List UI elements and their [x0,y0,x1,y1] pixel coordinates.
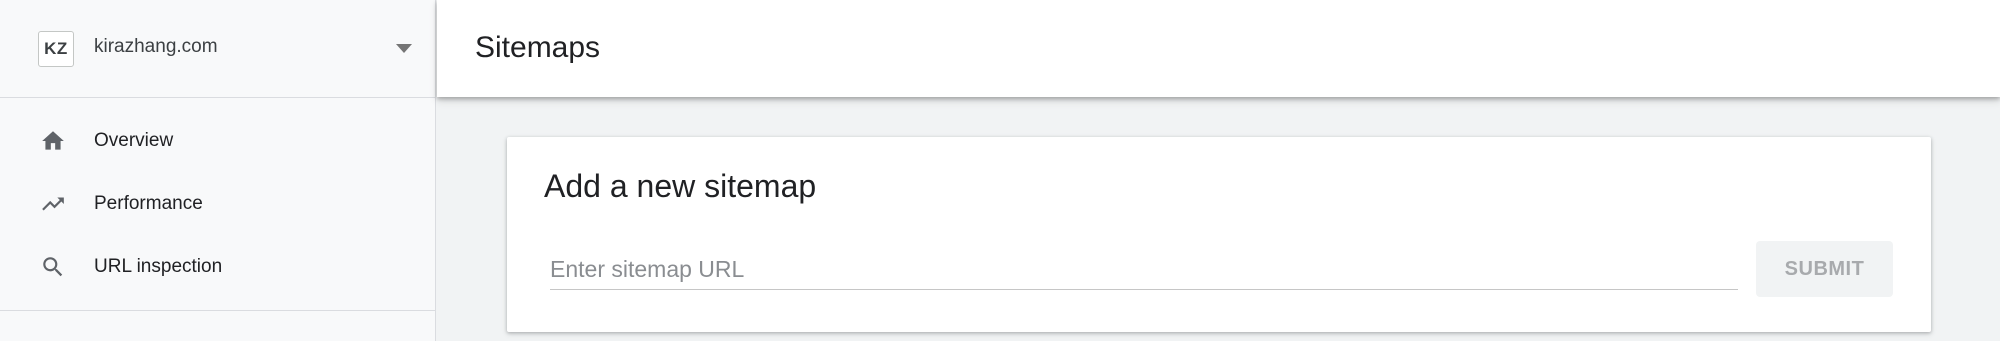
app-window: KZ kirazhang.com Overview Performance UR… [0,0,2000,341]
home-icon [40,128,66,154]
chevron-down-icon[interactable] [396,44,412,53]
add-sitemap-card: Add a new sitemap SUBMIT [507,137,1931,332]
trending-up-icon [40,191,66,217]
property-name: kirazhang.com [94,36,218,57]
property-avatar: KZ [38,31,74,67]
sidebar: KZ kirazhang.com Overview Performance UR… [0,0,436,341]
submit-button[interactable]: SUBMIT [1756,241,1893,297]
card-title: Add a new sitemap [544,168,817,204]
sidebar-item-label: URL inspection [94,256,223,277]
sidebar-nav: Overview Performance URL inspection [0,98,435,311]
page-header: Sitemaps [437,0,2000,97]
search-icon [40,254,66,280]
sidebar-item-label: Overview [94,130,174,151]
sidebar-item-overview[interactable]: Overview [0,114,435,166]
page-title: Sitemaps [475,31,601,64]
sitemap-url-input[interactable] [550,249,1738,290]
property-selector[interactable]: KZ kirazhang.com [0,0,435,98]
sidebar-item-label: Performance [94,193,203,214]
sidebar-item-url-inspection[interactable]: URL inspection [0,240,435,292]
sidebar-item-performance[interactable]: Performance [0,177,435,229]
